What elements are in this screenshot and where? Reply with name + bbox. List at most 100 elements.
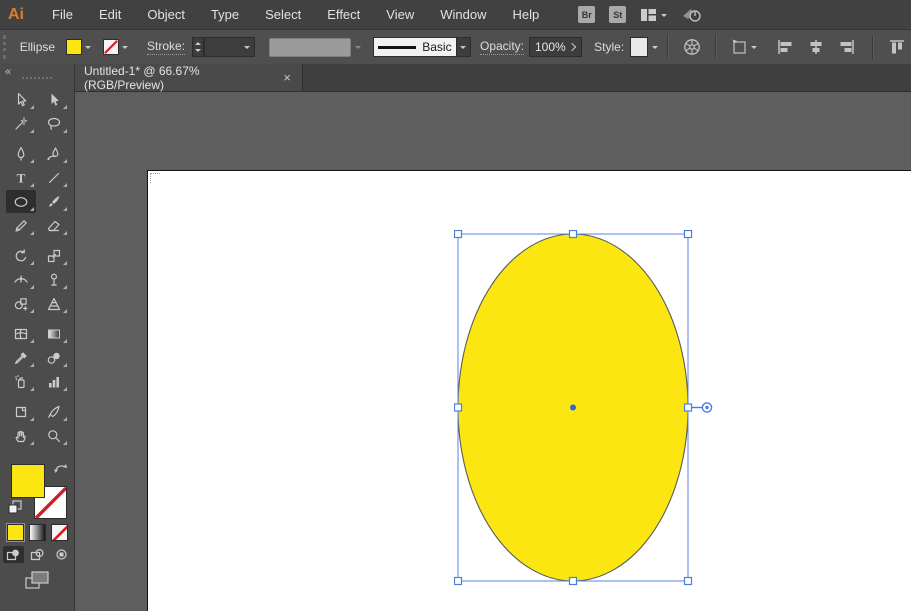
recolor-artwork-button[interactable] xyxy=(683,38,701,56)
menu-effect[interactable]: Effect xyxy=(314,7,373,22)
draw-behind-button[interactable] xyxy=(27,546,48,563)
opacity-label[interactable]: Opacity: xyxy=(480,39,524,55)
graphic-style-swatch[interactable] xyxy=(630,37,648,57)
chevron-down-icon xyxy=(460,46,466,52)
stroke-weight-label[interactable]: Stroke: xyxy=(147,39,185,55)
tool-mesh[interactable] xyxy=(6,322,36,345)
default-fill-stroke-icon[interactable] xyxy=(8,500,22,514)
tool-selection[interactable] xyxy=(6,88,36,111)
gpu-performance-icon[interactable] xyxy=(681,6,703,24)
tool-shape-builder[interactable] xyxy=(6,292,36,315)
stroke-weight-select[interactable] xyxy=(204,37,255,57)
brush-name: Basic xyxy=(422,40,451,54)
artboard-corner-marker xyxy=(150,173,160,183)
menu-object[interactable]: Object xyxy=(134,7,198,22)
none-button[interactable] xyxy=(51,524,68,541)
panel-grip-icon xyxy=(22,77,52,79)
tool-pencil[interactable] xyxy=(6,214,36,237)
tool-lasso[interactable] xyxy=(39,112,69,135)
tool-line-segment[interactable] xyxy=(39,166,69,189)
tool-perspective-grid[interactable] xyxy=(39,292,69,315)
tool-rotate[interactable] xyxy=(6,244,36,267)
workspace-switcher[interactable] xyxy=(640,8,667,22)
stroke-weight-stepper[interactable] xyxy=(192,37,204,57)
chevron-down-icon xyxy=(661,14,667,20)
tool-curvature[interactable] xyxy=(39,142,69,165)
draw-inside-button[interactable] xyxy=(51,546,72,563)
tool-column-graph[interactable] xyxy=(39,370,69,393)
svg-text:T: T xyxy=(17,170,26,185)
menu-type[interactable]: Type xyxy=(198,7,252,22)
tool-eraser[interactable] xyxy=(39,214,69,237)
context-label: Ellipse xyxy=(20,40,55,54)
bridge-button[interactable]: Br xyxy=(578,6,595,23)
color-wheel-icon xyxy=(683,38,701,56)
stepper-down-icon xyxy=(195,49,201,55)
tool-slice[interactable] xyxy=(39,400,69,423)
align-left-button[interactable] xyxy=(776,38,794,56)
align-left-icon xyxy=(776,38,794,56)
tool-symbol-sprayer[interactable] xyxy=(6,370,36,393)
tool-direct-selection[interactable] xyxy=(39,88,69,111)
shape-icon xyxy=(731,38,751,56)
handle-middle-left xyxy=(455,404,462,411)
brush-definition-chevron[interactable] xyxy=(457,37,471,57)
menu-select[interactable]: Select xyxy=(252,7,314,22)
tool-width[interactable] xyxy=(6,268,36,291)
menu-window[interactable]: Window xyxy=(427,7,499,22)
live-shape-widget[interactable] xyxy=(692,403,712,412)
tool-puppet-warp[interactable] xyxy=(39,268,69,291)
menu-view[interactable]: View xyxy=(373,7,427,22)
screen-mode-icon xyxy=(24,570,50,590)
stroke-color-dropdown[interactable] xyxy=(102,38,129,56)
tool-paintbrush[interactable] xyxy=(39,190,69,213)
tool-ellipse[interactable] xyxy=(6,190,36,213)
tool-type[interactable]: T xyxy=(6,166,36,189)
draw-normal-button[interactable] xyxy=(3,546,24,563)
stroke-none-swatch xyxy=(103,39,119,55)
tool-pen[interactable] xyxy=(6,142,36,165)
align-right-button[interactable] xyxy=(838,38,856,56)
stepper-up-icon xyxy=(195,39,201,45)
style-label: Style: xyxy=(594,40,624,54)
variable-width-profile-select xyxy=(269,38,352,57)
menu-help[interactable]: Help xyxy=(499,7,552,22)
tool-zoom[interactable] xyxy=(39,424,69,447)
stock-button[interactable]: St xyxy=(609,6,626,23)
align-center-button[interactable] xyxy=(807,38,825,56)
close-tab-button[interactable]: × xyxy=(281,71,293,84)
tool-blend[interactable] xyxy=(39,346,69,369)
handle-bottom-right xyxy=(685,578,692,585)
app-logo: Ai xyxy=(0,6,39,24)
fill-color-indicator[interactable] xyxy=(11,464,45,498)
align-top-button[interactable] xyxy=(888,38,906,56)
align-right-icon xyxy=(838,38,856,56)
collapse-panel-button[interactable]: « xyxy=(5,66,10,78)
handle-top-left xyxy=(455,231,462,238)
tool-artboard[interactable] xyxy=(6,400,36,423)
change-screen-mode-button[interactable] xyxy=(24,570,50,595)
tool-hand[interactable] xyxy=(6,424,36,447)
fill-color-dropdown[interactable] xyxy=(65,38,92,56)
brush-definition-select[interactable]: Basic xyxy=(373,37,456,57)
color-button[interactable] xyxy=(7,524,24,541)
gradient-button[interactable] xyxy=(29,524,46,541)
tool-scale[interactable] xyxy=(39,244,69,267)
swap-fill-stroke-icon[interactable] xyxy=(53,462,68,475)
document-tab[interactable]: Untitled-1* @ 66.67% (RGB/Preview) × xyxy=(75,64,303,91)
align-horizontal-center-icon xyxy=(807,38,825,56)
shape-properties-button[interactable] xyxy=(731,38,757,56)
center-point[interactable] xyxy=(570,405,576,411)
canvas-area[interactable] xyxy=(75,92,911,611)
tool-magic-wand[interactable] xyxy=(6,112,36,135)
handle-bottom-center xyxy=(570,578,577,585)
menu-file[interactable]: File xyxy=(39,7,86,22)
tool-gradient[interactable] xyxy=(39,322,69,345)
tool-eyedropper[interactable] xyxy=(6,346,36,369)
opacity-input[interactable]: 100% xyxy=(529,37,582,57)
handle-middle-right xyxy=(685,404,692,411)
brush-stroke-preview xyxy=(378,46,416,49)
illustrator-window: Ai File Edit Object Type Select Effect V… xyxy=(0,0,911,611)
menu-edit[interactable]: Edit xyxy=(86,7,134,22)
align-top-icon xyxy=(888,38,906,56)
